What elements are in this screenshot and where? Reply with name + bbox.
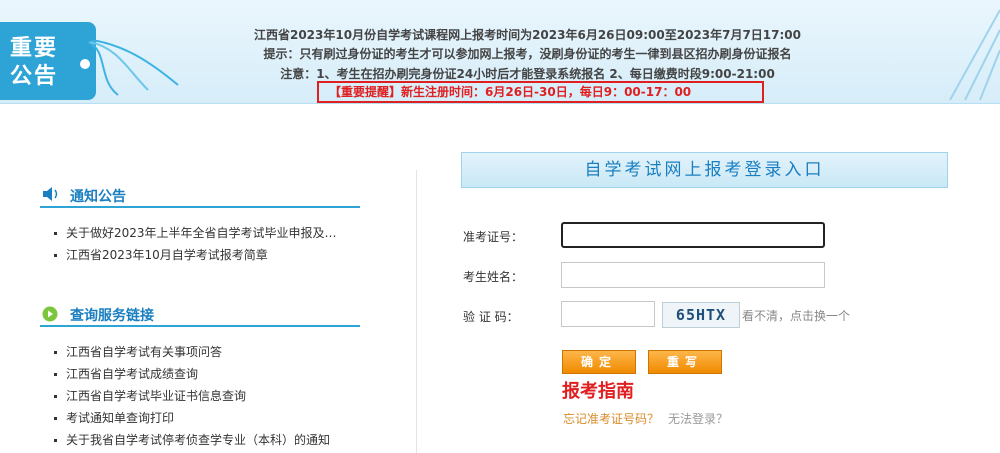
link-item[interactable]: 关于我省自学考试停考侦查学专业（本科）的通知	[52, 429, 330, 451]
notice-section-title: 通知公告	[70, 189, 126, 205]
tag-line-2: 公告	[10, 64, 59, 89]
login-panel-title: 自学考试网上报考登录入口	[461, 152, 948, 188]
link-item[interactable]: 江西省自学考试成绩查询	[52, 363, 330, 385]
forgot-id-link[interactable]: 忘记准考证号码？	[563, 410, 659, 427]
links-list: 江西省自学考试有关事项问答 江西省自学考试成绩查询 江西省自学考试毕业证书信息查…	[52, 341, 330, 451]
links-section-header: 查询服务链接	[40, 301, 360, 327]
notice-item[interactable]: 关于做好2023年上半年全省自学考试毕业申报及…	[52, 222, 337, 244]
captcha-input[interactable]	[561, 301, 655, 327]
announcement-line-1: 江西省2023年10月份自学考试课程网上报考时间为2023年6月26日09:00…	[253, 28, 802, 42]
name-input[interactable]	[561, 262, 825, 288]
exam-id-label: 准考证号：	[463, 230, 524, 244]
column-divider	[416, 170, 417, 453]
ribbon-icon	[88, 40, 179, 96]
confirm-button[interactable]: 确定	[562, 350, 636, 374]
link-item[interactable]: 考试通知单查询打印	[52, 407, 330, 429]
cannot-login-link[interactable]: 无法登录？	[668, 410, 728, 427]
link-item[interactable]: 江西省自学考试毕业证书信息查询	[52, 385, 330, 407]
refresh-captcha-link[interactable]: 看不清，点击换一个	[742, 307, 850, 324]
speaker-icon	[43, 187, 58, 201]
captcha-label: 验 证 码：	[463, 310, 519, 324]
captcha-image[interactable]: 65HTX	[662, 302, 740, 328]
important-notice-tag: 重要 公告	[0, 22, 96, 100]
links-section-title: 查询服务链接	[70, 308, 154, 324]
exam-id-input[interactable]	[561, 222, 825, 248]
corner-decoration-icon	[949, 10, 1000, 100]
notice-list: 关于做好2023年上半年全省自学考试毕业申报及… 江西省2023年10月自学考试…	[52, 222, 337, 266]
reset-button[interactable]: 重写	[648, 350, 722, 374]
exam-guide-link[interactable]: 报考指南	[562, 377, 634, 403]
play-circle-icon	[42, 306, 58, 322]
notice-section-header: 通知公告	[40, 182, 360, 208]
link-item[interactable]: 江西省自学考试有关事项问答	[52, 341, 330, 363]
notice-item[interactable]: 江西省2023年10月自学考试报考简章	[52, 244, 337, 266]
announcement-line-2: 提示：只有刷过身份证的考生才可以参加网上报考，没刷身份证的考生一律到县区招办刷身…	[263, 47, 792, 61]
important-alert-box: 【重要提醒】新生注册时间：6月26日-30日，每日9：00-17：00	[317, 81, 764, 103]
announcement-line-3: 注意：1、考生在招办刷完身份证24小时后才能登录系统报名 2、每日缴费时段9:0…	[280, 67, 775, 81]
name-label: 考生姓名：	[463, 270, 524, 284]
